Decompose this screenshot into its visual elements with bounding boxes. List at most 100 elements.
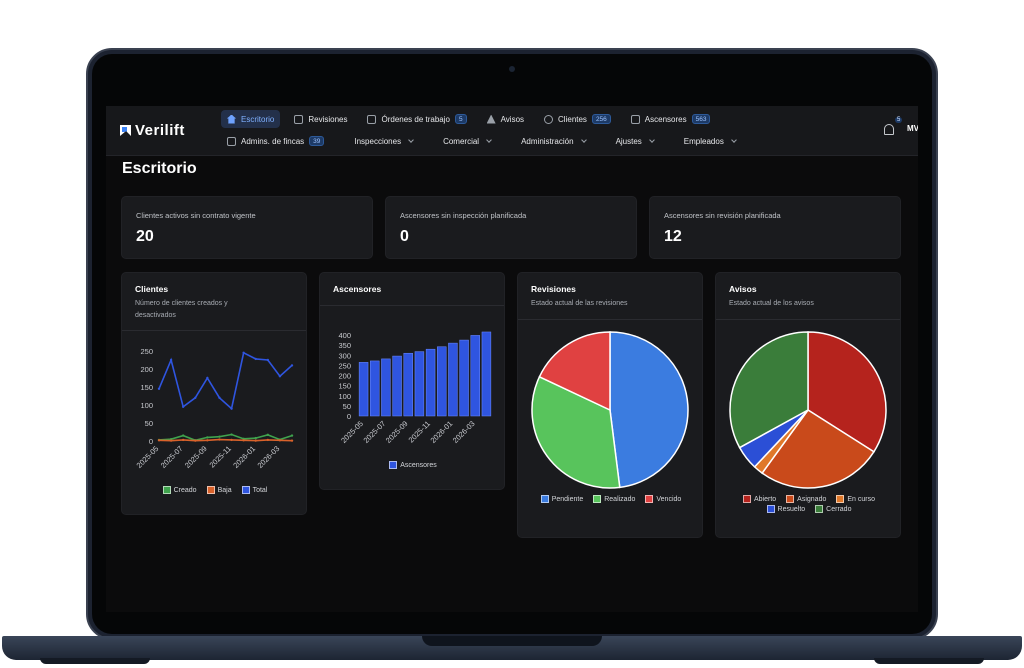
data-point xyxy=(254,439,257,442)
y-tick-label: 200 xyxy=(140,365,153,374)
legend-swatch xyxy=(815,505,824,513)
legend-swatch xyxy=(540,495,549,503)
x-tick-label: 2025-11 xyxy=(208,444,233,469)
chevron-down-icon xyxy=(648,136,655,143)
nav-avisos[interactable]: Avisos xyxy=(481,110,530,128)
x-tick-label: 2025-05 xyxy=(135,444,161,470)
x-tick-label: 2025-05 xyxy=(339,419,365,445)
nav-revisiones[interactable]: Revisiones xyxy=(288,110,353,128)
nav-comercial[interactable]: Comercial xyxy=(437,132,497,150)
nav-administracion[interactable]: Administración xyxy=(515,132,591,150)
data-point xyxy=(206,436,209,439)
laptop-notch xyxy=(422,636,602,646)
legend-swatch xyxy=(241,486,250,494)
stat-card-ascensores-sin-inspeccion[interactable]: Ascensores sin inspección planificada 0 xyxy=(385,196,637,259)
nav-clientes[interactable]: Clientes 256 xyxy=(538,110,617,128)
warning-icon xyxy=(486,114,496,124)
legend-label: Ascensores xyxy=(400,461,437,469)
page-title: Escritorio xyxy=(122,160,197,177)
x-tick-label: 2025-09 xyxy=(384,419,410,445)
nav-escritorio[interactable]: Escritorio xyxy=(221,110,281,128)
brand-name: Verilift xyxy=(135,122,185,139)
y-tick-label: 350 xyxy=(338,341,351,350)
legend-swatch xyxy=(742,495,751,503)
stat-card-ascensores-sin-revision[interactable]: Ascensores sin revisión planificada 12 xyxy=(649,196,901,259)
data-point xyxy=(157,387,161,390)
data-point xyxy=(290,364,294,367)
legend-label: Abierto xyxy=(753,495,777,503)
legend-item[interactable]: Asignado xyxy=(786,495,826,503)
building-icon xyxy=(227,136,236,146)
stat-card-clientes-sin-contrato[interactable]: Clientes activos sin contrato vigente 20 xyxy=(121,196,373,259)
chart-subtitle: Estado actual de los avisos xyxy=(729,300,814,307)
data-point xyxy=(266,358,270,362)
chart-subtitle: Número de clientes creados y desactivado… xyxy=(135,300,228,319)
legend-swatch xyxy=(593,495,602,503)
data-point xyxy=(218,396,221,399)
pie-slice-pendiente xyxy=(609,331,689,489)
y-tick-label: 300 xyxy=(338,351,351,360)
legend-swatch xyxy=(645,495,654,503)
y-tick-label: 250 xyxy=(338,361,351,370)
stat-label: Clientes activos sin contrato vigente xyxy=(136,211,256,220)
bell-icon[interactable] xyxy=(884,124,894,135)
legend-item[interactable]: Pendiente xyxy=(540,495,583,503)
x-tick-label: 2026-01 xyxy=(231,444,257,470)
data-point xyxy=(169,439,173,442)
legend-item[interactable]: Cerrado xyxy=(815,505,851,513)
data-point xyxy=(254,357,257,361)
chart-subtitle: Estado actual de las revisiones xyxy=(531,300,628,307)
series-line-baja xyxy=(158,438,293,442)
nav-ajustes[interactable]: Ajustes xyxy=(610,132,660,150)
data-point xyxy=(230,438,233,442)
legend-item[interactable]: Ascensores xyxy=(389,461,437,469)
nav-admins-de-fincas[interactable]: Admins. de fincas 39 xyxy=(221,132,330,150)
chevron-down-icon xyxy=(730,136,737,143)
stat-value: 0 xyxy=(400,228,409,245)
user-avatar[interactable]: MV xyxy=(907,124,918,133)
legend-item[interactable]: Resuelto xyxy=(766,505,805,513)
data-point xyxy=(242,439,245,442)
top-navbar: Verilift Escritorio Revisiones Órdenes d… xyxy=(106,106,918,156)
legend-item[interactable]: Realizado xyxy=(593,495,635,503)
stat-value: 12 xyxy=(664,228,682,245)
stat-value: 20 xyxy=(136,228,154,245)
legend-item[interactable]: Baja xyxy=(206,486,232,494)
y-tick-label: 150 xyxy=(140,383,153,392)
laptop-foot xyxy=(40,658,150,664)
legend-label: Asignado xyxy=(797,495,827,503)
legend-label: Vencido xyxy=(656,495,682,503)
divider xyxy=(518,319,702,320)
bar xyxy=(370,360,380,417)
chart-legend: Pendiente Realizado Vencido xyxy=(538,495,684,503)
nav-ordenes-de-trabajo[interactable]: Órdenes de trabajo 5 xyxy=(361,110,472,128)
series-line-total xyxy=(158,351,293,411)
data-point xyxy=(290,439,294,442)
chart-title: Revisiones xyxy=(531,284,576,294)
legend-item[interactable]: En curso xyxy=(836,495,875,503)
nav-row-secondary: Admins. de fincas 39 Inspecciones Comerc… xyxy=(221,132,750,150)
x-tick-label: 2025-07 xyxy=(361,419,387,445)
data-point xyxy=(206,376,209,380)
nav-inspecciones[interactable]: Inspecciones xyxy=(348,132,419,150)
legend-item[interactable]: Total xyxy=(241,486,267,494)
data-point xyxy=(266,433,270,437)
legend-item[interactable]: Abierto xyxy=(742,495,777,503)
legend-label: Cerrado xyxy=(826,505,852,513)
data-point xyxy=(290,434,294,437)
legend-item[interactable]: Creado xyxy=(162,486,197,494)
bar xyxy=(403,352,413,417)
legend-item[interactable]: Vencido xyxy=(645,495,681,503)
data-point xyxy=(230,407,233,410)
data-point xyxy=(169,358,173,362)
nav-empleados[interactable]: Empleados xyxy=(678,132,742,150)
bar xyxy=(448,342,458,417)
data-point xyxy=(218,438,221,441)
brand-logo[interactable]: Verilift xyxy=(120,122,185,139)
data-point xyxy=(206,439,209,442)
users-icon xyxy=(544,114,554,124)
y-tick-label: 250 xyxy=(140,347,153,356)
stat-label: Ascensores sin inspección planificada xyxy=(400,211,527,220)
nav-ascensores[interactable]: Ascensores 563 xyxy=(625,110,717,128)
data-point xyxy=(254,436,257,440)
